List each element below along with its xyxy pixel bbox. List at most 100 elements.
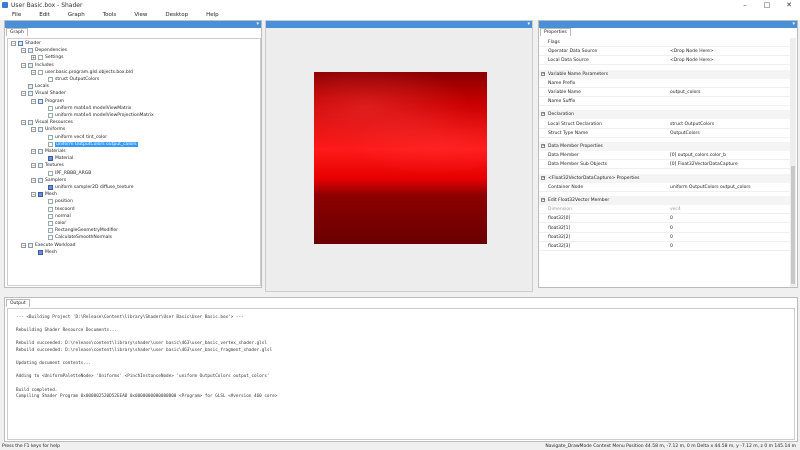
tree-node[interactable]: − Program — [31, 98, 64, 105]
property-value[interactable]: 0 — [670, 242, 673, 251]
property-row[interactable]: Name Prefix — [539, 79, 791, 88]
tree-node[interactable]: − Dependencies — [21, 47, 67, 54]
tab-graph[interactable]: Graph — [6, 28, 28, 36]
tree-node[interactable]: − Includes — [21, 62, 54, 69]
tree-node[interactable]: − Samplers — [31, 177, 66, 184]
tab-output[interactable]: Output — [6, 299, 30, 307]
property-category[interactable]: − <Float32VectorDataCapture> Properties — [539, 173, 791, 183]
tree-node[interactable]: − Materials — [31, 148, 66, 155]
tree-node[interactable]: uniform mat4x4 modelViewMatrix — [41, 105, 131, 112]
close-button[interactable]: ✕ — [778, 0, 800, 10]
tree-node[interactable]: − Execute Workload — [21, 242, 75, 249]
tree-node[interactable]: RectangleGeometryModifier — [41, 227, 118, 234]
property-row[interactable]: Name Suffix — [539, 97, 791, 107]
tree-node[interactable]: − Uniforms — [31, 126, 65, 133]
tree-node[interactable]: − Visual Shader — [21, 90, 66, 97]
property-row[interactable]: Local Data Source <Drop Node Here> — [539, 56, 791, 66]
expander-icon[interactable]: − — [21, 48, 26, 54]
property-category[interactable]: − Declaration — [539, 110, 791, 120]
property-row[interactable]: Container Node uniform OutputColors outpu… — [539, 183, 791, 192]
scrollbar-thumb[interactable] — [791, 166, 795, 284]
expander-icon[interactable]: − — [31, 192, 36, 198]
tree-node[interactable]: − user.basic.program.glsl.objects.box.bld — [31, 69, 133, 76]
property-value[interactable]: [0] output_colors.color_b — [670, 151, 726, 160]
tree-node[interactable]: uniform OutputColors output_colors — [41, 141, 138, 148]
graph-tree[interactable]: − Shader − Dependencies + Settings − Includes − u… — [7, 38, 261, 286]
collapse-icon[interactable]: − — [541, 175, 545, 180]
tree-node[interactable]: texcoord — [41, 206, 75, 213]
expander-icon[interactable]: − — [31, 149, 36, 154]
render-preview[interactable] — [314, 72, 487, 244]
property-value[interactable]: 0 — [670, 214, 673, 223]
property-row[interactable]: float32[0] 0 — [539, 214, 791, 224]
property-category[interactable]: − Data Member Properties — [539, 142, 791, 151]
minimize-button[interactable]: – — [734, 0, 756, 10]
viewport-panel[interactable]: ▾ — [265, 20, 533, 292]
tree-node[interactable]: uniform mat4x4 modelViewProjectionMatrix — [41, 112, 154, 119]
expander-icon[interactable]: − — [21, 62, 26, 68]
property-row[interactable]: float32[2] 0 — [539, 233, 791, 242]
expander-icon[interactable]: − — [31, 163, 36, 169]
property-value[interactable]: output_colors — [670, 88, 701, 97]
property-value[interactable]: OutputColors — [670, 129, 700, 138]
tree-node[interactable]: − Mesh — [31, 191, 57, 198]
tree-node[interactable]: Material — [41, 155, 73, 162]
collapse-icon[interactable]: − — [541, 144, 545, 148]
tree-node[interactable]: CalculateSmoothNormals — [41, 234, 112, 241]
tree-node[interactable]: IPF_RBBB_ARGB — [41, 170, 91, 177]
property-value[interactable]: struct OutputColors — [670, 120, 714, 129]
property-value[interactable]: <Drop Node Here> — [670, 47, 714, 56]
menu-file[interactable]: File — [12, 12, 21, 18]
property-value[interactable]: 0 — [670, 233, 673, 242]
tree-node[interactable]: Mesh — [31, 249, 57, 256]
expander-icon[interactable]: − — [31, 98, 36, 104]
expander-icon[interactable]: − — [21, 120, 26, 126]
tree-node[interactable]: uniform sampler2D diffuse_texture — [41, 184, 134, 191]
property-row[interactable]: Variable Name output_colors — [539, 88, 791, 97]
tree-node[interactable]: color — [41, 220, 66, 227]
properties-scrollbar[interactable] — [790, 38, 796, 287]
expander-icon[interactable]: − — [21, 91, 26, 97]
property-row[interactable]: float32[1] 0 — [539, 224, 791, 233]
property-row[interactable]: Struct Type Name OutputColors — [539, 129, 791, 138]
tree-node[interactable]: normal — [41, 213, 71, 220]
collapse-icon[interactable]: − — [541, 112, 545, 117]
property-value[interactable]: uniform OutputColors output_colors — [670, 183, 751, 192]
property-row[interactable]: Local Struct Declaration struct OutputCol… — [539, 120, 791, 129]
menu-desktop[interactable]: Desktop — [165, 12, 188, 18]
tree-node[interactable]: uniform vec4 tint_color — [41, 134, 107, 141]
pin-icon[interactable]: ▾ — [256, 21, 259, 28]
tree-node[interactable]: Locals — [21, 83, 49, 90]
pin-icon[interactable]: ▾ — [792, 21, 795, 28]
collapse-icon[interactable]: − — [541, 198, 545, 202]
property-row[interactable]: Flags — [539, 38, 791, 47]
collapse-icon[interactable]: − — [541, 71, 545, 76]
property-row[interactable]: Operator Data Source <Drop Node Here> — [539, 47, 791, 57]
expander-icon[interactable]: − — [31, 177, 36, 183]
property-category[interactable]: − Edit Float32Vector Member — [539, 196, 791, 205]
tree-node[interactable]: + Settings — [31, 54, 63, 61]
tree-node[interactable]: − Visual Resources — [21, 119, 73, 126]
expander-icon[interactable]: − — [21, 242, 26, 248]
maximize-button[interactable]: □ — [756, 0, 778, 10]
tree-node[interactable]: − Textures — [31, 162, 64, 169]
property-category[interactable]: − Variable Name Parameters — [539, 69, 791, 79]
pin-icon[interactable]: ▾ — [527, 21, 530, 28]
tab-properties[interactable]: Properties — [540, 28, 571, 36]
expander-icon[interactable]: − — [31, 69, 36, 75]
property-row[interactable]: Data Member Sub Objects [0] Float32Vector… — [539, 160, 791, 170]
menu-help[interactable]: Help — [206, 12, 219, 18]
menu-view[interactable]: View — [134, 12, 147, 18]
property-value[interactable]: 0 — [670, 224, 673, 233]
expander-icon[interactable]: − — [31, 127, 36, 133]
menu-graph[interactable]: Graph — [68, 12, 85, 18]
menu-tools[interactable]: Tools — [103, 12, 117, 18]
tree-node[interactable]: position — [41, 198, 73, 205]
tree-node[interactable]: struct OutputColors — [41, 76, 99, 83]
tree-node[interactable]: − Shader — [11, 40, 41, 47]
property-value[interactable]: vec4 — [670, 205, 681, 214]
property-value[interactable]: <Drop Node Here> — [670, 56, 714, 65]
property-row[interactable]: float32[3] 0 — [539, 242, 791, 251]
menu-edit[interactable]: Edit — [39, 12, 50, 18]
expander-icon[interactable]: + — [31, 55, 36, 61]
